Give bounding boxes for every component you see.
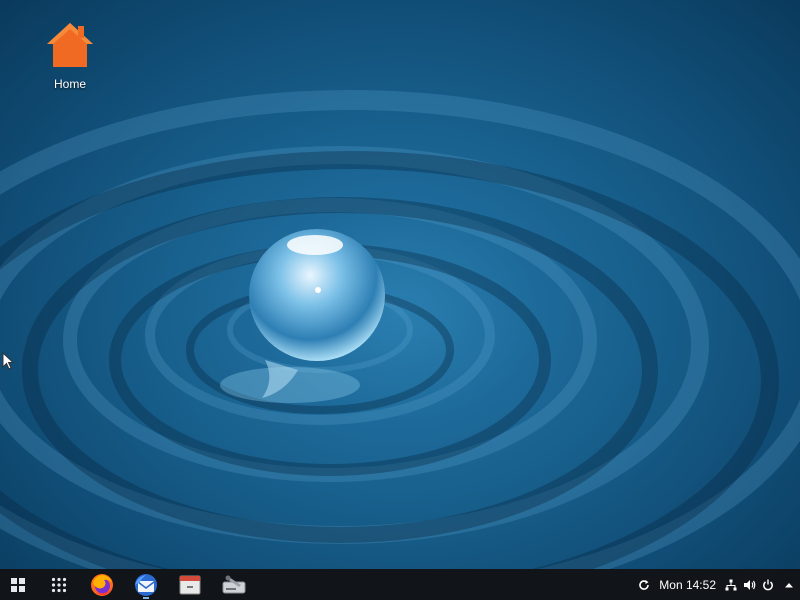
system-tray: Mon 14:52 xyxy=(633,569,800,600)
clock[interactable]: Mon 14:52 xyxy=(655,569,722,600)
firefox-icon xyxy=(91,573,113,596)
launcher-mail[interactable] xyxy=(124,569,168,600)
mouse-pointer-icon xyxy=(2,352,14,370)
refresh-button[interactable] xyxy=(633,569,655,600)
desktop-icon-label: Home xyxy=(53,77,86,91)
taskbar: Mon 14:52 xyxy=(0,569,800,600)
app-grid-button[interactable] xyxy=(38,569,80,600)
desktop[interactable]: Home xyxy=(0,0,800,569)
launcher-firefox[interactable] xyxy=(80,569,124,600)
home-folder-icon xyxy=(47,23,93,67)
water-drop-wallpaper xyxy=(0,90,800,569)
file-manager-icon xyxy=(179,575,201,594)
tray-expand-icon xyxy=(785,582,793,587)
power-icon xyxy=(763,579,773,590)
clock-text: Mon 14:52 xyxy=(659,577,716,592)
network-indicator[interactable] xyxy=(722,569,740,600)
volume-control[interactable] xyxy=(740,569,758,600)
disk-utility-icon xyxy=(222,575,246,593)
start-menu-icon xyxy=(11,577,25,592)
launcher-files[interactable] xyxy=(168,569,212,600)
app-grid-icon xyxy=(51,577,67,592)
start-menu-button[interactable] xyxy=(0,569,36,600)
refresh-icon xyxy=(639,579,650,590)
tray-expand-button[interactable] xyxy=(778,569,800,600)
power-button[interactable] xyxy=(758,569,778,600)
network-icon xyxy=(725,579,737,590)
desktop-icon-home[interactable]: Home xyxy=(38,20,102,91)
mail-client-icon xyxy=(135,573,157,596)
launcher-disk-tool[interactable] xyxy=(212,569,256,600)
volume-icon xyxy=(743,579,755,590)
